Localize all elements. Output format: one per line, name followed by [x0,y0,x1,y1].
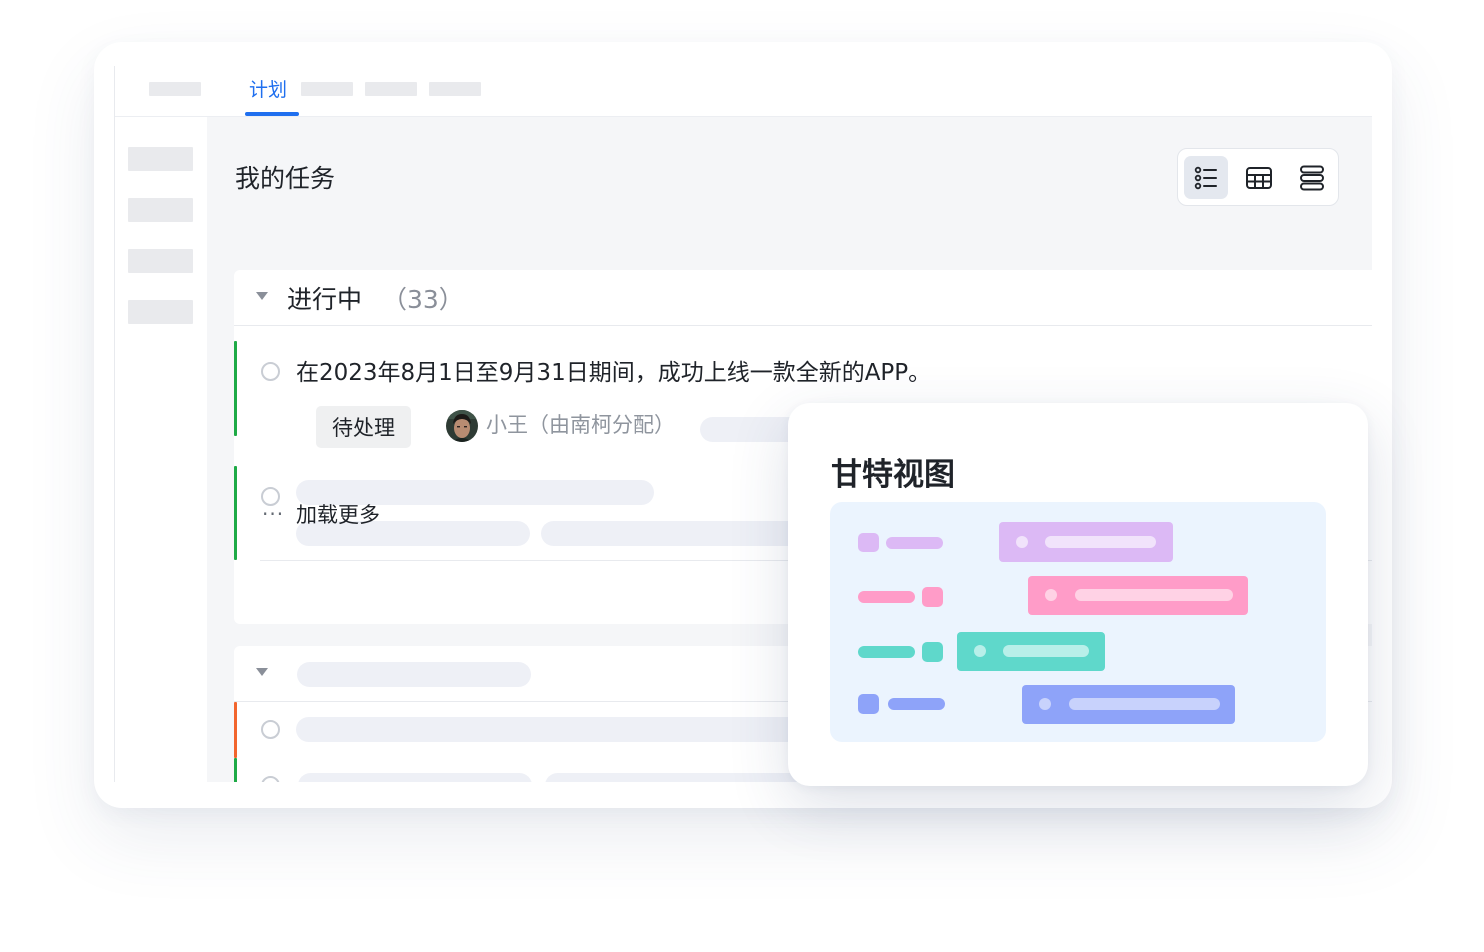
task-complete-checkbox[interactable] [261,362,280,381]
load-more-label: 加载更多 [296,503,380,527]
gantt-card-title: 甘特视图 [831,457,955,493]
assignee-name[interactable]: 小王（由南柯分配） [486,409,675,439]
task-status-bar [234,702,237,758]
group-header[interactable]: 进行中 （33） [234,270,1372,326]
sidebar-item-placeholder[interactable] [128,249,193,273]
gantt-bar [999,522,1173,562]
gantt-row-label [858,646,915,658]
load-more-button[interactable]: ··· 加载更多 [262,499,380,529]
sidebar-item-placeholder[interactable] [128,147,193,171]
gantt-row-label [858,591,915,603]
task-complete-checkbox[interactable] [261,720,280,739]
gantt-bar [1022,685,1235,724]
list-view-icon [1194,166,1217,189]
gantt-row-marker [858,533,879,552]
task-complete-checkbox[interactable] [261,776,280,782]
tab-placeholder[interactable] [365,82,417,96]
gantt-view-icon [1300,165,1324,190]
list-view-button[interactable] [1184,156,1228,199]
group-title: 进行中 [287,285,363,314]
gantt-row-marker [922,587,943,607]
gantt-row-label [888,698,945,710]
gantt-bar [957,632,1105,671]
collapse-caret-icon[interactable] [256,292,268,300]
table-view-icon [1246,166,1272,189]
sidebar-item-placeholder[interactable] [128,300,193,324]
assignee-avatar [446,410,478,442]
top-tab-bar: 计划 [115,66,1372,117]
tab-placeholder[interactable] [149,82,201,96]
avatar-image [446,410,478,442]
tab-placeholder[interactable] [429,82,481,96]
group-title-placeholder [297,662,531,687]
task-status-bar [234,466,237,560]
gantt-row-marker [858,694,879,714]
gantt-view-card[interactable]: 甘特视图 [788,403,1368,786]
view-switcher [1177,148,1339,206]
page-title: 我的任务 [235,164,336,193]
task-title-placeholder [296,717,856,742]
collapse-caret-icon[interactable] [256,668,268,676]
tab-placeholder[interactable] [301,82,353,96]
tab-plan[interactable]: 计划 [249,75,287,102]
sidebar [115,117,207,782]
gantt-view-button[interactable] [1290,156,1334,199]
gantt-illustration [830,502,1326,742]
table-view-button[interactable] [1237,156,1281,199]
status-tag[interactable]: 待处理 [316,406,411,448]
gantt-row-marker [922,642,943,662]
gantt-bar [1028,576,1248,615]
task-title[interactable]: 在2023年8月1日至9月31日期间，成功上线一款全新的APP。 [296,353,931,387]
more-dots-icon: ··· [262,502,285,526]
task-status-bar [234,758,237,782]
group-count: （33） [382,285,464,314]
gantt-row-label [886,537,943,549]
task-title-placeholder [298,773,532,782]
active-tab-indicator [245,112,299,116]
sidebar-item-placeholder[interactable] [128,198,193,222]
task-status-bar [234,341,237,436]
